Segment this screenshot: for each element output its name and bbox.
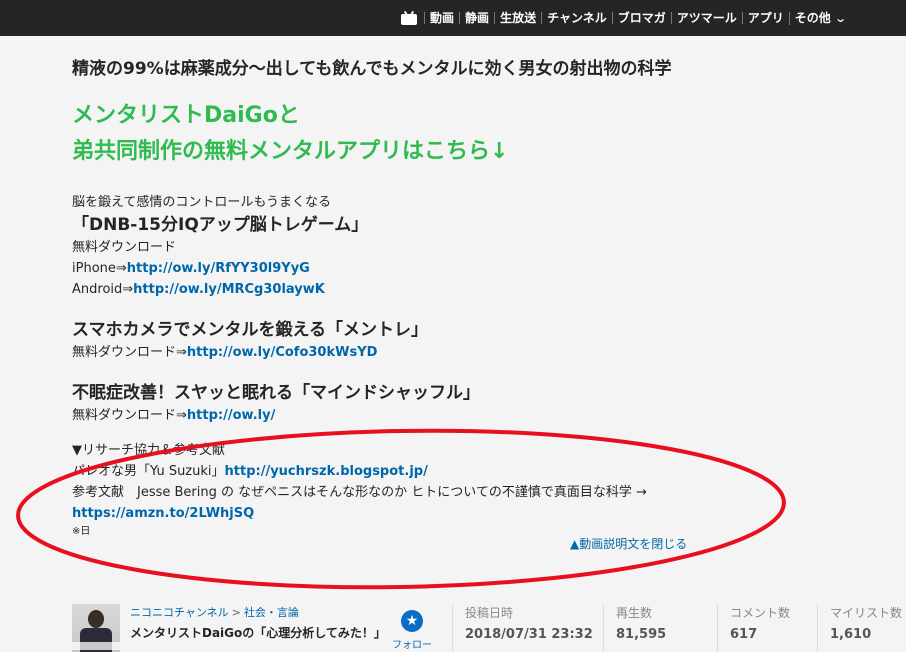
research-heading: ▼リサーチ協力＆参考文献	[72, 443, 225, 458]
app2-download-line: 無料ダウンロード⇒http://ow.ly/Cofo30kWsYD	[72, 342, 812, 363]
close-description-link[interactable]: ▲動画説明文を閉じる	[570, 535, 687, 552]
app1-iphone-line: iPhone⇒http://ow.ly/RfYY30l9YyG	[72, 258, 812, 279]
stat-mylist-label: マイリスト数	[830, 606, 903, 620]
description-body: 脳を鍛えて感情のコントロールもうまくなる 「DNB-15分IQアップ脳トレゲーム…	[72, 192, 812, 540]
nav-app[interactable]: アプリ	[741, 12, 789, 24]
app1-android-link[interactable]: http://ow.ly/MRCg30laywK	[133, 282, 325, 297]
stat-comments: コメント数 617	[717, 604, 807, 652]
follow-label: フォロー	[392, 640, 432, 651]
research-collab-link[interactable]: http://yuchrszk.blogspot.jp/	[225, 464, 428, 479]
app3-link[interactable]: http://ow.ly/	[187, 408, 275, 423]
nav-more-label: その他	[794, 10, 831, 25]
star-icon: ★	[401, 610, 423, 632]
research-collab-line: パレオな男「Yu Suzuki」http://yuchrszk.blogspot…	[72, 461, 812, 482]
research-collab-label: パレオな男「Yu Suzuki」	[72, 464, 225, 479]
app1-iphone-label: iPhone⇒	[72, 261, 127, 276]
app1-name: 「DNB-15分IQアップ脳トレゲーム」	[72, 215, 369, 235]
app3-download-line: 無料ダウンロード⇒http://ow.ly/	[72, 405, 812, 426]
follow-button[interactable]: ★ フォロー	[390, 610, 434, 651]
app3-name: 不眠症改善！スヤッと眠れる「マインドシャッフル」	[72, 383, 480, 403]
app1-iphone-link[interactable]: http://ow.ly/RfYY30l9YyG	[127, 261, 310, 276]
stat-comments-value: 617	[730, 627, 758, 642]
niconico-tv-icon[interactable]	[400, 10, 418, 25]
app2-download-label: 無料ダウンロード⇒	[72, 345, 187, 360]
app1-download: 無料ダウンロード	[72, 240, 177, 255]
nav-channel[interactable]: チャンネル	[541, 12, 612, 24]
stat-posted: 投稿日時 2018/07/31 23:32	[452, 604, 593, 652]
breadcrumb-category[interactable]: 社会・言論	[244, 606, 299, 619]
research-note: ※日	[72, 526, 91, 537]
stat-comments-label: コメント数	[730, 606, 791, 620]
nav-seiga[interactable]: 静画	[459, 12, 494, 24]
top-navigation-bar: 動画 静画 生放送 チャンネル ブロマガ アツマール アプリ その他 ⌄	[0, 0, 906, 36]
promo-line-2: 弟共同制作の無料メンタルアプリはこちら↓	[72, 139, 509, 164]
stat-views-value: 81,595	[616, 627, 667, 642]
stat-views: 再生数 81,595	[603, 604, 693, 652]
chevron-down-icon: ⌄	[833, 11, 847, 25]
app1-android-line: Android⇒http://ow.ly/MRCg30laywK	[72, 279, 812, 300]
app2-name: スマホカメラでメンタルを鍛える「メントレ」	[72, 320, 428, 340]
stat-posted-value: 2018/07/31 23:32	[465, 627, 593, 642]
stat-mylist: マイリスト数 1,610	[817, 604, 906, 652]
app1-android-label: Android⇒	[72, 282, 134, 297]
research-ref-label: 参考文献 Jesse Bering の なぜペニスはそんな形なのか ヒトについて…	[72, 485, 647, 500]
promo-line-1: メンタリストDaiGoと	[72, 103, 300, 128]
nav-video[interactable]: 動画	[424, 12, 459, 24]
stat-mylist-value: 1,610	[830, 627, 872, 642]
nav-live[interactable]: 生放送	[494, 12, 541, 24]
nav-more[interactable]: その他 ⌄	[788, 10, 850, 25]
channel-breadcrumb: ニコニコチャンネル > 社会・言論	[130, 604, 299, 620]
breadcrumb-niconico-channel[interactable]: ニコニコチャンネル	[130, 606, 229, 619]
global-nav: 動画 静画 生放送 チャンネル ブロマガ アツマール アプリ その他 ⌄	[400, 0, 850, 36]
nav-blomaga[interactable]: ブロマガ	[611, 12, 671, 24]
research-ref-link[interactable]: https://amzn.to/2LWhjSQ	[72, 506, 254, 521]
app2-link[interactable]: http://ow.ly/Cofo30kWsYD	[187, 345, 378, 360]
stat-views-label: 再生数	[616, 606, 653, 620]
channel-avatar[interactable]	[72, 604, 120, 652]
nav-atsumaru[interactable]: アツマール	[670, 12, 742, 24]
video-title: 精液の99%は麻薬成分〜出しても飲んでもメンタルに効く男女の射出物の科学	[72, 59, 672, 79]
app1-lead: 脳を鍛えて感情のコントロールもうまくなる	[72, 195, 331, 210]
video-info-bar: ニコニコチャンネル > 社会・言論 メンタリストDaiGoの「心理分析してみた！」 …	[72, 600, 906, 652]
promo-heading: メンタリストDaiGoと 弟共同制作の無料メンタルアプリはこちら↓	[72, 98, 508, 170]
breadcrumb-separator: >	[231, 606, 241, 619]
app3-download-label: 無料ダウンロード⇒	[72, 408, 187, 423]
stat-posted-label: 投稿日時	[465, 606, 514, 620]
channel-name[interactable]: メンタリストDaiGoの「心理分析してみた！」	[130, 624, 386, 641]
